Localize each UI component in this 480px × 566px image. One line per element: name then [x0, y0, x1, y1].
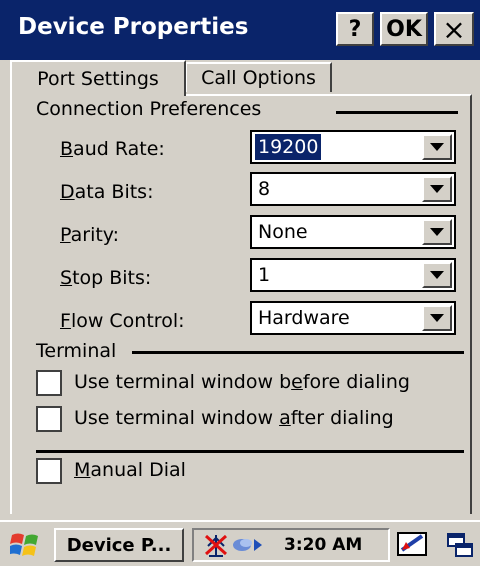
chevron-down-icon[interactable]: [422, 262, 452, 288]
baud-rate-dropdown[interactable]: 19200: [250, 130, 456, 164]
windows-flag-icon: [10, 533, 38, 556]
tab-call-options[interactable]: Call Options: [186, 62, 332, 92]
terminal-before-dialing-label[interactable]: Use terminal window before dialing: [74, 371, 410, 393]
flow-control-label: Flow Control:: [60, 310, 185, 332]
data-bits-accelerator: D: [60, 181, 75, 203]
chevron-down-icon[interactable]: [422, 176, 452, 202]
system-tray: 3:20 AM: [192, 528, 390, 562]
baud-rate-label: Baud Rate:: [60, 138, 165, 160]
stop-bits-dropdown[interactable]: 1: [250, 258, 456, 292]
start-button[interactable]: [6, 528, 46, 562]
parity-label: Parity:: [60, 224, 119, 246]
data-bits-label-text: ata Bits:: [74, 181, 154, 203]
data-bits-value: 8: [258, 178, 271, 200]
terminal-after-dialing-checkbox[interactable]: [36, 406, 62, 432]
parity-accelerator: P: [60, 224, 71, 246]
flow-control-value: Hardware: [258, 307, 350, 329]
tab-port-settings-label: Port Settings: [37, 68, 159, 90]
parity-value: None: [258, 221, 308, 243]
connectivity-icon[interactable]: [232, 534, 264, 556]
ok-button[interactable]: OK: [380, 12, 428, 46]
manual-dial-accelerator: M: [74, 459, 91, 481]
device-properties-window: Device Properties ? OK × Port Settings C…: [0, 0, 480, 566]
baud-rate-accelerator: B: [60, 138, 74, 160]
flow-control-dropdown[interactable]: Hardware: [250, 301, 456, 335]
terminal-before-accelerator: e: [291, 371, 303, 393]
manual-dial-divider: [36, 450, 464, 453]
parity-dropdown[interactable]: None: [250, 215, 456, 249]
close-button[interactable]: ×: [434, 12, 474, 46]
terminal-after-text-1: Use terminal window: [74, 407, 280, 429]
no-connection-icon[interactable]: [202, 532, 230, 558]
terminal-divider: [132, 351, 464, 354]
input-panel-icon[interactable]: [396, 530, 430, 560]
tab-port-settings[interactable]: Port Settings: [10, 60, 186, 96]
terminal-before-text-2: fore dialing: [302, 371, 410, 393]
data-bits-dropdown[interactable]: 8: [250, 172, 456, 206]
manual-dial-label[interactable]: Manual Dial: [74, 459, 186, 481]
chevron-down-icon[interactable]: [422, 134, 452, 160]
show-desktop-icon[interactable]: [446, 532, 474, 560]
terminal-before-text-1: Use terminal window b: [74, 371, 292, 393]
terminal-after-accelerator: a: [279, 407, 291, 429]
parity-label-text: arity:: [70, 224, 120, 246]
flow-control-label-text: low Control:: [70, 310, 185, 332]
terminal-before-dialing-checkbox[interactable]: [36, 370, 62, 396]
terminal-heading: Terminal: [36, 340, 117, 362]
tab-call-options-label: Call Options: [201, 67, 316, 89]
help-button[interactable]: ?: [336, 12, 374, 46]
connection-preferences-heading: Connection Preferences: [36, 98, 262, 120]
baud-rate-label-text: aud Rate:: [73, 138, 165, 160]
chevron-down-icon[interactable]: [422, 219, 452, 245]
data-bits-label: Data Bits:: [60, 181, 153, 203]
stop-bits-accelerator: S: [60, 267, 73, 289]
manual-dial-label-text: anual Dial: [90, 459, 186, 481]
clock[interactable]: 3:20 AM: [284, 535, 362, 555]
stop-bits-label-text: top Bits:: [72, 267, 152, 289]
chevron-down-icon[interactable]: [422, 305, 452, 331]
title-bar: Device Properties ? OK ×: [0, 0, 480, 60]
terminal-after-dialing-label[interactable]: Use terminal window after dialing: [74, 407, 394, 429]
manual-dial-checkbox[interactable]: [36, 458, 62, 484]
window-title: Device Properties: [18, 14, 249, 40]
terminal-after-text-2: fter dialing: [290, 407, 394, 429]
baud-rate-value: 19200: [255, 134, 322, 160]
stop-bits-value: 1: [258, 264, 271, 286]
connection-preferences-divider: [336, 111, 458, 114]
taskbar-device-properties-button[interactable]: Device P...: [54, 528, 184, 562]
flow-control-accelerator: F: [60, 310, 71, 332]
stop-bits-label: Stop Bits:: [60, 267, 151, 289]
taskbar: Device P... 3:20 AM: [0, 520, 480, 566]
